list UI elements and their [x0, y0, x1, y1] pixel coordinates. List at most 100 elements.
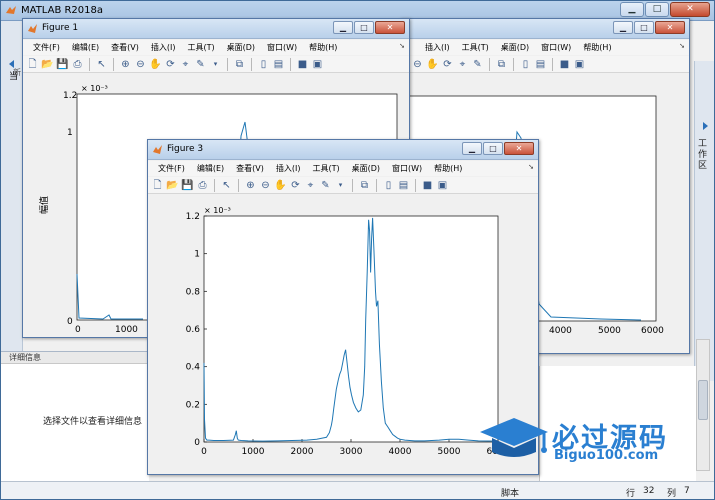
zoom-out-icon[interactable]: ⊖: [134, 58, 147, 71]
brush-icon[interactable]: ✎: [471, 58, 484, 71]
main-close-button[interactable]: ✕: [670, 2, 710, 17]
fig3-ytick-label: 0.4: [186, 363, 201, 373]
data-cursor-icon[interactable]: ⌖: [456, 58, 469, 71]
zoom-in-icon[interactable]: ⊕: [244, 179, 257, 192]
data-cursor-icon[interactable]: ⌖: [304, 179, 317, 192]
figure-2-titlebar[interactable]: ▁ □ ✕: [401, 19, 689, 39]
figure-2-minimize-button[interactable]: ▁: [613, 21, 633, 34]
expand-workspace-icon[interactable]: [698, 119, 712, 133]
menu-desktop[interactable]: 桌面(D): [221, 40, 261, 55]
show-plot-tools-icon[interactable]: ▣: [311, 58, 324, 71]
menubar-arrow-icon[interactable]: ➘: [528, 163, 534, 171]
workspace-label: 工作区: [698, 139, 708, 171]
figure-1-minimize-button[interactable]: ▁: [333, 21, 353, 34]
toolbar-separator: [290, 57, 291, 71]
scrollbar-thumb[interactable]: [698, 380, 708, 420]
menu-insert[interactable]: 插入(I): [145, 40, 182, 55]
figure-1-maximize-button[interactable]: □: [354, 21, 374, 34]
menu-tools[interactable]: 工具(T): [306, 161, 345, 176]
menu-window[interactable]: 窗口(W): [386, 161, 428, 176]
open-folder-icon[interactable]: 📂: [41, 58, 54, 71]
main-minimize-button[interactable]: ▁: [620, 2, 644, 17]
pan-hand-icon[interactable]: ✋: [426, 58, 439, 71]
print-icon[interactable]: ⎙: [71, 58, 84, 71]
menu-window[interactable]: 窗口(W): [535, 40, 577, 55]
save-icon[interactable]: 💾: [181, 179, 194, 192]
status-row-label: 行: [626, 489, 636, 499]
rotate-icon[interactable]: ⟳: [441, 58, 454, 71]
zoom-in-icon[interactable]: ⊕: [119, 58, 132, 71]
pointer-icon[interactable]: ↖: [95, 58, 108, 71]
menu-edit[interactable]: 编辑(E): [66, 40, 105, 55]
pan-hand-icon[interactable]: ✋: [274, 179, 287, 192]
menu-view[interactable]: 查看(V): [105, 40, 145, 55]
insert-legend-icon[interactable]: ▤: [397, 179, 410, 192]
hide-plot-tools-icon[interactable]: ■: [558, 58, 571, 71]
figure-1-menubar: 文件(F) 编辑(E) 查看(V) 插入(I) 工具(T) 桌面(D) 窗口(W…: [23, 40, 409, 55]
workspace-strip[interactable]: 工作区: [694, 61, 714, 381]
menu-tools[interactable]: 工具(T): [456, 40, 495, 55]
main-maximize-button[interactable]: □: [645, 2, 669, 17]
menu-window[interactable]: 窗口(W): [261, 40, 303, 55]
brush-icon[interactable]: ✎: [194, 58, 207, 71]
details-header: 详细信息: [1, 352, 149, 364]
brush-icon[interactable]: ✎: [319, 179, 332, 192]
menubar-arrow-icon[interactable]: ➘: [679, 42, 685, 50]
menu-tools[interactable]: 工具(T): [181, 40, 220, 55]
rotate-icon[interactable]: ⟳: [289, 179, 302, 192]
figure-3-titlebar[interactable]: Figure 3 ▁ □ ✕: [148, 140, 538, 160]
figure-3-maximize-button[interactable]: □: [483, 142, 503, 155]
menu-insert[interactable]: 插入(I): [270, 161, 307, 176]
menu-edit[interactable]: 编辑(E): [191, 161, 230, 176]
fig3-xtick-label: 3000: [340, 447, 363, 457]
rotate-icon[interactable]: ⟳: [164, 58, 177, 71]
menu-view[interactable]: 查看(V): [230, 161, 270, 176]
zoom-out-icon[interactable]: ⊖: [259, 179, 272, 192]
print-icon[interactable]: ⎙: [196, 179, 209, 192]
brush-dropdown-icon[interactable]: ▾: [209, 58, 222, 71]
fig3-xtick-label: 2000: [291, 447, 314, 457]
brush-dropdown-icon[interactable]: ▾: [334, 179, 347, 192]
menu-file[interactable]: 文件(F): [152, 161, 191, 176]
figure-2-maximize-button[interactable]: □: [634, 21, 654, 34]
open-folder-icon[interactable]: 📂: [166, 179, 179, 192]
figure-1-toolbar: 🗋 📂 💾 ⎙ ↖ ⊕ ⊖ ✋ ⟳ ⌖ ✎ ▾ ⧉ ▯ ▤ ■ ▣: [23, 56, 409, 73]
save-icon[interactable]: 💾: [56, 58, 69, 71]
insert-colorbar-icon[interactable]: ▯: [519, 58, 532, 71]
new-file-icon[interactable]: 🗋: [151, 179, 164, 192]
pointer-icon[interactable]: ↖: [220, 179, 233, 192]
new-file-icon[interactable]: 🗋: [26, 58, 39, 71]
menu-insert[interactable]: 插入(I): [419, 40, 456, 55]
insert-legend-icon[interactable]: ▤: [534, 58, 547, 71]
link-icon[interactable]: ⧉: [495, 58, 508, 71]
link-icon[interactable]: ⧉: [233, 58, 246, 71]
menu-desktop[interactable]: 桌面(D): [495, 40, 535, 55]
show-plot-tools-icon[interactable]: ▣: [436, 179, 449, 192]
menu-help[interactable]: 帮助(H): [577, 40, 617, 55]
insert-legend-icon[interactable]: ▤: [272, 58, 285, 71]
figure-1-close-button[interactable]: ✕: [375, 21, 405, 34]
fig3-xtick-label: 4000: [389, 447, 412, 457]
zoom-out-icon[interactable]: ⊖: [411, 58, 424, 71]
fig3-exponent-label: × 10⁻³: [204, 206, 231, 215]
figure-3-minimize-button[interactable]: ▁: [462, 142, 482, 155]
menu-help[interactable]: 帮助(H): [428, 161, 468, 176]
figure-3-close-button[interactable]: ✕: [504, 142, 534, 155]
figure-1-titlebar[interactable]: Figure 1 ▁ □ ✕: [23, 19, 409, 39]
menu-help[interactable]: 帮助(H): [303, 40, 343, 55]
hide-plot-tools-icon[interactable]: ■: [296, 58, 309, 71]
fig1-xtick-1000: 1000: [115, 325, 138, 335]
show-plot-tools-icon[interactable]: ▣: [573, 58, 586, 71]
data-cursor-icon[interactable]: ⌖: [179, 58, 192, 71]
menu-desktop[interactable]: 桌面(D): [346, 161, 386, 176]
menu-file[interactable]: 文件(F): [27, 40, 66, 55]
insert-colorbar-icon[interactable]: ▯: [382, 179, 395, 192]
matlab-logo-icon: [6, 6, 16, 14]
hide-plot-tools-icon[interactable]: ■: [421, 179, 434, 192]
figure-2-close-button[interactable]: ✕: [655, 21, 685, 34]
pan-hand-icon[interactable]: ✋: [149, 58, 162, 71]
link-icon[interactable]: ⧉: [358, 179, 371, 192]
command-window-scrollbar[interactable]: [696, 339, 710, 471]
insert-colorbar-icon[interactable]: ▯: [257, 58, 270, 71]
menubar-arrow-icon[interactable]: ➘: [399, 42, 405, 50]
